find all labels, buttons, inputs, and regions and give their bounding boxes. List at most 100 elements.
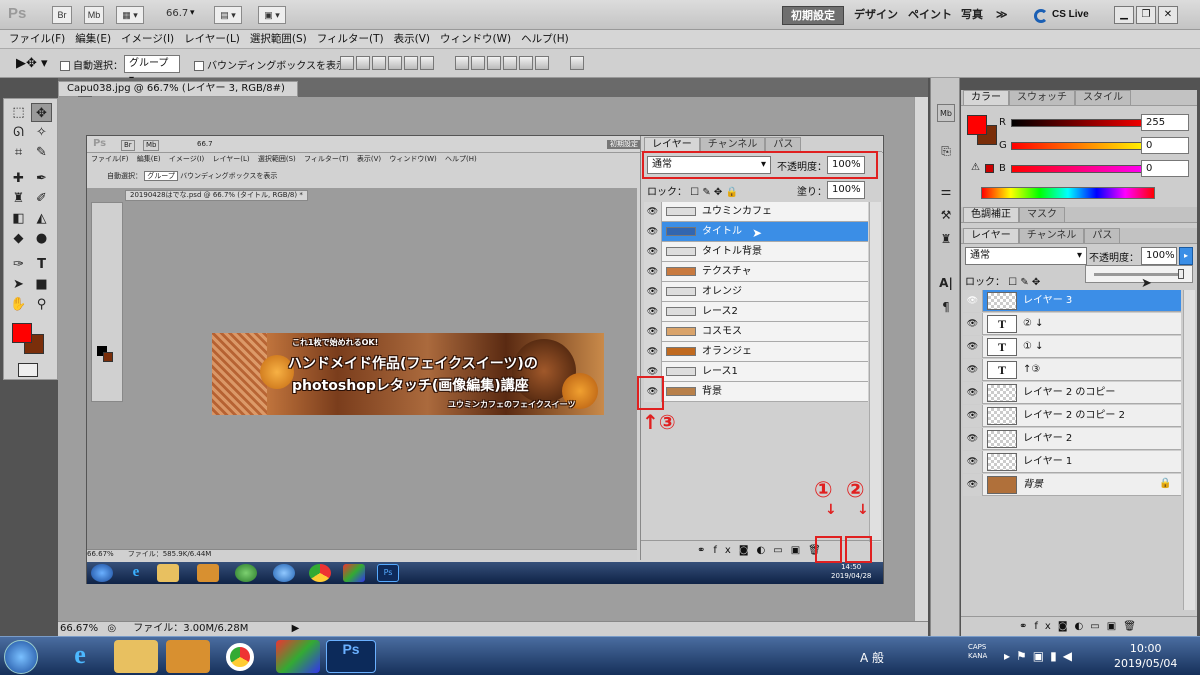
foreground-color-swatch[interactable]: [12, 323, 32, 343]
layers-scrollbar[interactable]: [1183, 290, 1195, 610]
zoom-level[interactable]: 66.7: [166, 8, 188, 19]
add-mask-icon[interactable]: ◙: [1058, 621, 1075, 632]
eye-icon[interactable]: 👁: [963, 474, 983, 496]
workspace-photo[interactable]: 写真: [953, 6, 991, 25]
hand-tool-icon[interactable]: ✋: [8, 295, 29, 314]
b-value-input[interactable]: 0: [1141, 160, 1189, 177]
eye-icon[interactable]: 👁: [963, 313, 983, 335]
menu-select[interactable]: 選択範囲(S): [245, 30, 312, 49]
healing-brush-icon[interactable]: ✚: [8, 169, 29, 188]
color-fg-swatch[interactable]: [967, 115, 987, 135]
shape-tool-icon[interactable]: ■: [31, 275, 52, 294]
status-arrow-icon[interactable]: ▶: [292, 623, 300, 634]
brush-tool-icon[interactable]: ✒: [31, 169, 52, 188]
align-hcenter-icon[interactable]: [404, 56, 418, 70]
status-zoom[interactable]: 66.67%: [60, 623, 98, 634]
workspace-paint[interactable]: ペイント: [900, 6, 960, 25]
layer-row-selected[interactable]: 👁 レイヤー 3: [963, 290, 1181, 312]
cs-live-button[interactable]: CS Live: [1052, 9, 1089, 20]
screen-mode-button[interactable]: ▣ ▾: [258, 6, 286, 24]
eye-icon[interactable]: 👁: [963, 428, 983, 450]
eraser-tool-icon[interactable]: ◧: [8, 209, 29, 228]
chrome-icon[interactable]: [226, 643, 254, 671]
tab-color[interactable]: カラー: [963, 90, 1009, 105]
auto-select-dropdown[interactable]: グループ ▾: [124, 55, 180, 85]
menu-window[interactable]: ウィンドウ(W): [435, 30, 516, 49]
bounding-box-checkbox[interactable]: [194, 61, 204, 71]
tray-icons[interactable]: ▸⚑▣▮◀: [1004, 649, 1078, 663]
minimize-button[interactable]: ▁: [1114, 6, 1134, 24]
menu-view[interactable]: 表示(V): [389, 30, 435, 49]
tab-channels[interactable]: チャンネル: [1018, 228, 1085, 243]
type-tool-icon[interactable]: T: [31, 255, 52, 274]
zoom-dropdown-icon[interactable]: ▾: [190, 8, 195, 18]
path-select-icon[interactable]: ➤: [8, 275, 29, 294]
tab-layers[interactable]: レイヤー: [963, 228, 1019, 243]
tab-masks[interactable]: マスク: [1019, 207, 1065, 222]
quick-select-tool-icon[interactable]: ✧: [31, 123, 52, 142]
paint-bucket-icon[interactable]: ◭: [31, 209, 52, 228]
opacity-slider-popup[interactable]: [1085, 265, 1193, 283]
new-group-icon[interactable]: ▭: [1090, 621, 1106, 632]
zoom-tool-icon[interactable]: ⚲: [31, 295, 52, 314]
gamut-warning-icon[interactable]: ⚠: [971, 162, 980, 173]
paint-app-icon[interactable]: [276, 640, 320, 673]
g-value-input[interactable]: 0: [1141, 137, 1189, 154]
ime-indicator[interactable]: A 般: [860, 649, 884, 666]
layer-row[interactable]: 👁 T ↑③: [963, 359, 1181, 381]
clone-source-icon[interactable]: ♜: [937, 230, 955, 248]
workspace-design[interactable]: デザイン: [846, 6, 906, 25]
history-brush-icon[interactable]: ✐: [31, 189, 52, 208]
menu-edit[interactable]: 編集(E): [70, 30, 116, 49]
tab-adjustments[interactable]: 色調補正: [963, 207, 1019, 222]
restore-button[interactable]: ❐: [1136, 6, 1156, 24]
explorer-icon[interactable]: [114, 640, 158, 673]
history-panel-icon[interactable]: ⎘: [937, 142, 955, 160]
marquee-tool-icon[interactable]: ⬚: [8, 103, 29, 122]
clock[interactable]: 10:00 2019/05/04: [1114, 641, 1177, 671]
menu-filter[interactable]: フィルター(T): [312, 30, 389, 49]
layer-row[interactable]: 👁 背景 🔒: [963, 474, 1181, 496]
move-tool-preset-icon[interactable]: ▶✥ ▾: [16, 56, 48, 71]
delete-layer-icon[interactable]: 🗑: [1123, 621, 1143, 632]
layer-row[interactable]: 👁 T ① ↓: [963, 336, 1181, 358]
distribute-hcenter-icon[interactable]: [519, 56, 533, 70]
distribute-top-icon[interactable]: [455, 56, 469, 70]
dodge-tool-icon[interactable]: ●: [31, 229, 52, 248]
eyedropper-tool-icon[interactable]: ✎: [31, 143, 52, 162]
mini-bridge-button[interactable]: Mb: [84, 6, 104, 24]
new-layer-icon[interactable]: ▣: [1107, 621, 1123, 632]
layer-row[interactable]: 👁 レイヤー 2 のコピー: [963, 382, 1181, 404]
photoshop-taskbar-button[interactable]: Ps: [326, 640, 376, 673]
eye-icon[interactable]: 👁: [963, 336, 983, 358]
fx-icon[interactable]: fx: [1034, 621, 1057, 632]
layer-row[interactable]: 👁 T ② ↓: [963, 313, 1181, 335]
eye-icon[interactable]: 👁: [963, 451, 983, 473]
link-layers-icon[interactable]: ⚭: [1019, 621, 1034, 632]
layer-row[interactable]: 👁 レイヤー 2: [963, 428, 1181, 450]
eye-icon[interactable]: 👁: [963, 382, 983, 404]
align-left-icon[interactable]: [388, 56, 402, 70]
lasso-tool-icon[interactable]: ᘏ: [8, 123, 29, 142]
document-tab[interactable]: Capu038.jpg @ 66.7% (レイヤー 3, RGB/8#) *✕: [58, 81, 298, 109]
layer-row[interactable]: 👁 レイヤー 2 のコピー 2: [963, 405, 1181, 427]
tab-paths[interactable]: パス: [1084, 228, 1121, 243]
menu-image[interactable]: イメージ(I): [116, 30, 179, 49]
arrange-documents-button[interactable]: ▤ ▾: [214, 6, 242, 24]
color-spectrum-bar[interactable]: [981, 187, 1155, 199]
blend-mode-dropdown[interactable]: 通常 ▾: [965, 247, 1087, 265]
pen-tool-icon[interactable]: ✑: [8, 255, 29, 274]
brush-presets-icon[interactable]: ⚌: [937, 182, 955, 200]
opacity-slider-toggle[interactable]: ▸: [1179, 247, 1193, 265]
menu-layer[interactable]: レイヤー(L): [179, 30, 245, 49]
mini-bridge-panel-icon[interactable]: Mb: [937, 104, 955, 122]
eye-icon[interactable]: 👁: [963, 405, 983, 427]
align-vcenter-icon[interactable]: [356, 56, 370, 70]
align-bottom-icon[interactable]: [372, 56, 386, 70]
tab-swatches[interactable]: スウォッチ: [1009, 90, 1075, 105]
align-top-icon[interactable]: [340, 56, 354, 70]
start-button[interactable]: [4, 640, 38, 674]
distribute-vcenter-icon[interactable]: [471, 56, 485, 70]
vertical-scrollbar[interactable]: [914, 97, 928, 621]
distribute-right-icon[interactable]: [535, 56, 549, 70]
